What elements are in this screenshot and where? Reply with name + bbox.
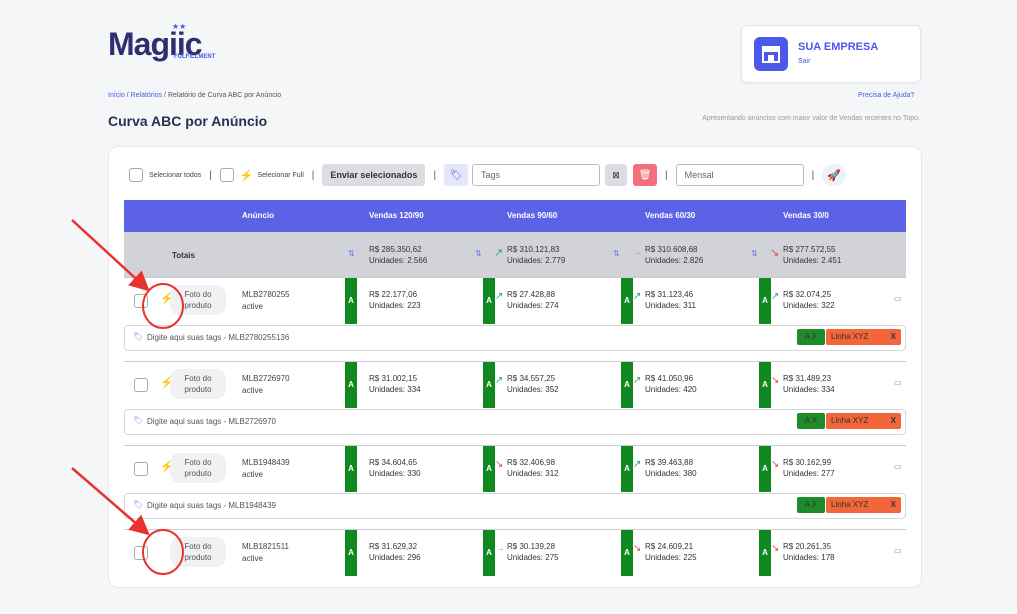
annotation-circle-1 bbox=[142, 283, 184, 329]
annotation-arrow-1 bbox=[71, 219, 150, 292]
annotation-circle-2 bbox=[142, 529, 184, 575]
annotation-overlay bbox=[71, 219, 184, 575]
annotation-arrow-2 bbox=[71, 467, 150, 536]
